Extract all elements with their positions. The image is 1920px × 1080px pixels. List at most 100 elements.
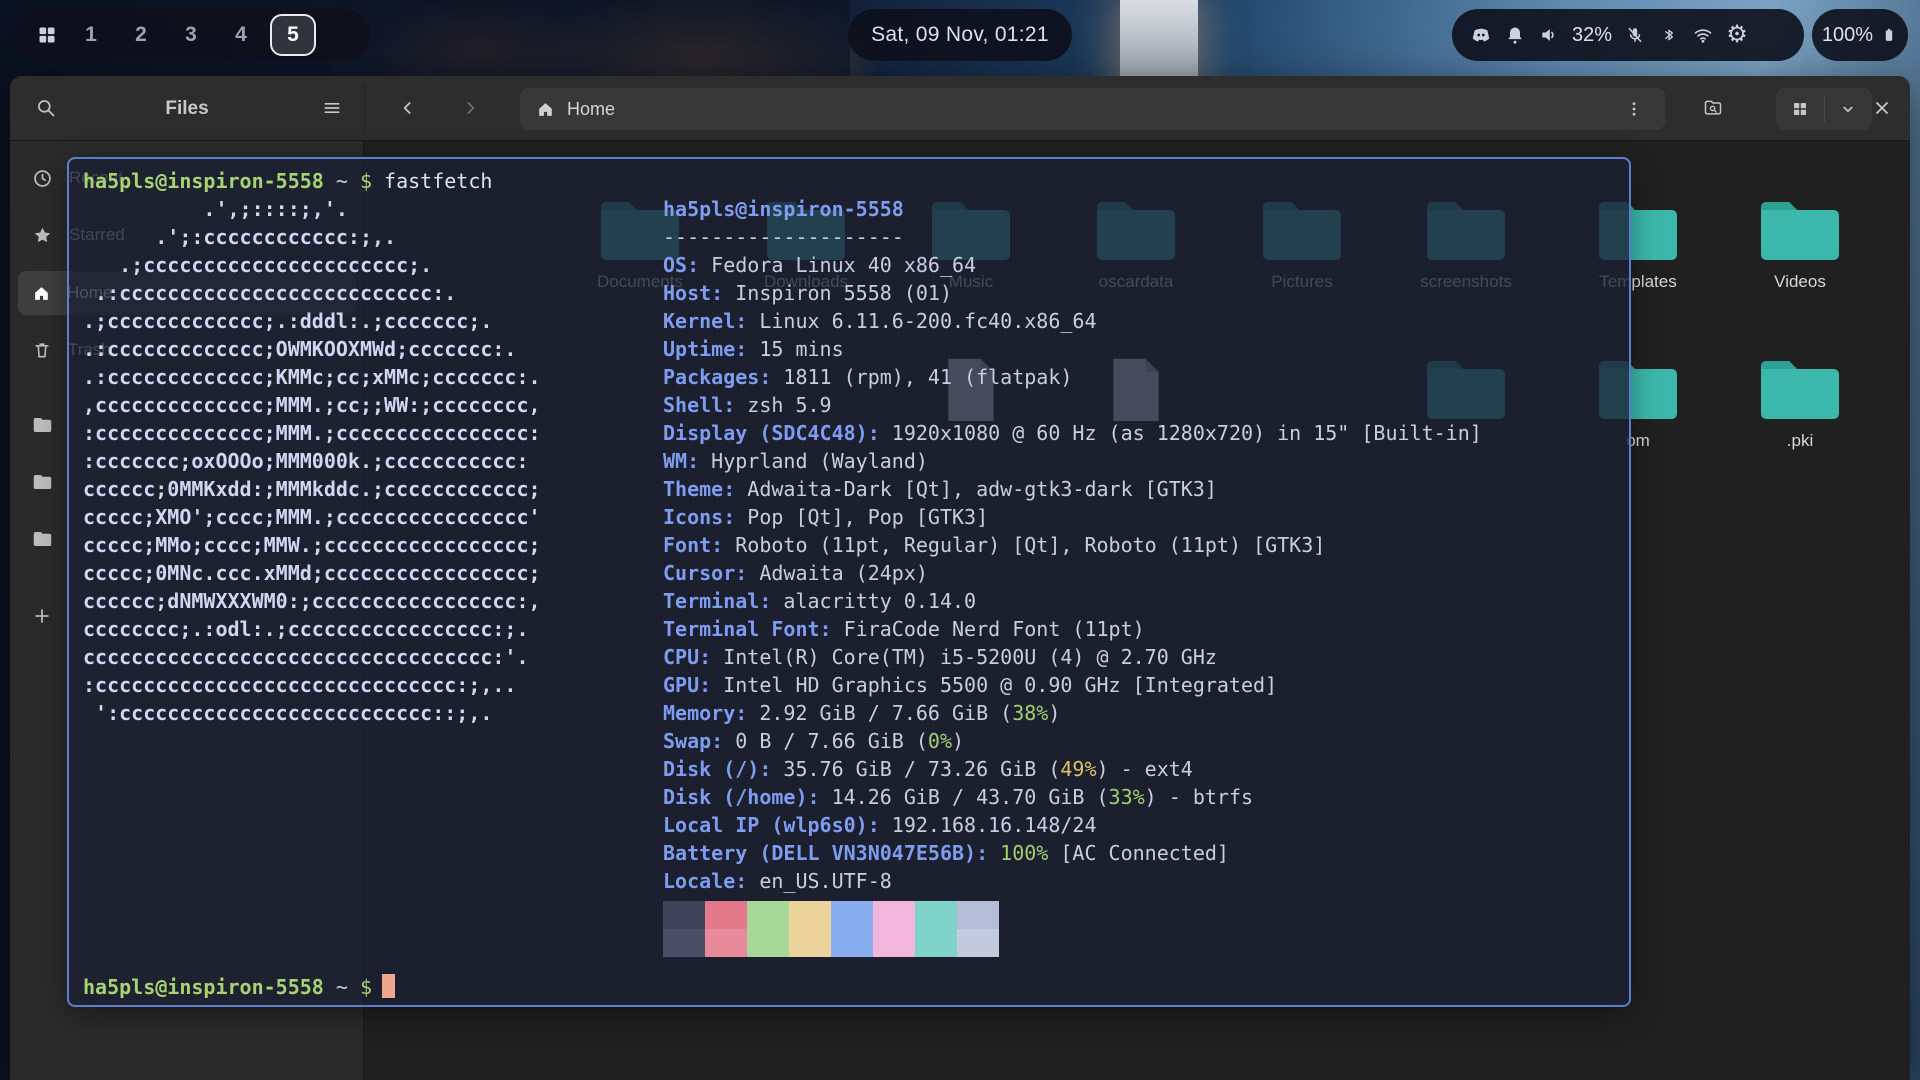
desktop: 12345 Sat, 09 Nov, 01:21 32% ⚙ 100% File… xyxy=(0,0,1920,1080)
home-icon xyxy=(32,284,51,303)
volume-icon[interactable] xyxy=(1532,9,1566,61)
battery-level: 100% xyxy=(1822,24,1873,47)
wifi-icon[interactable] xyxy=(1686,9,1720,61)
fastfetch-info: ha5pls@inspiron-5558--------------------… xyxy=(663,195,1482,895)
mic-off-icon[interactable] xyxy=(1618,9,1652,61)
fastfetch-icons: Icons: Pop [Qt], Pop [GTK3] xyxy=(663,503,1482,531)
palette-swatch xyxy=(915,929,957,957)
app-launcher-icon[interactable] xyxy=(30,9,64,61)
item-label: .pki xyxy=(1725,431,1875,451)
folder-small-icon xyxy=(32,473,53,491)
trash-icon xyxy=(32,340,52,360)
workspace-bar: 12345 xyxy=(14,9,370,61)
path-menu-button[interactable] xyxy=(1625,100,1643,118)
palette-swatch xyxy=(831,929,873,957)
fastfetch-locale: Locale: en_US.UTF-8 xyxy=(663,867,1482,895)
folder-item-Videos[interactable]: Videos xyxy=(1725,196,1875,292)
palette-swatch xyxy=(873,901,915,929)
terminal-cursor xyxy=(382,974,395,998)
bluetooth-icon[interactable] xyxy=(1652,9,1686,61)
files-headerbar: Files Home xyxy=(10,76,1910,141)
folder-item-.pki[interactable]: .pki xyxy=(1725,355,1875,451)
view-divider xyxy=(1824,96,1825,122)
palette-swatch xyxy=(831,901,873,929)
header-divider xyxy=(364,84,365,133)
close-window-button[interactable] xyxy=(1872,98,1892,118)
breadcrumb[interactable]: Home xyxy=(520,88,1665,130)
terminal-color-palette xyxy=(663,901,999,957)
workspace-3[interactable]: 3 xyxy=(170,23,212,47)
view-options xyxy=(1776,88,1872,130)
palette-swatch xyxy=(663,929,705,957)
fastfetch-separator: -------------------- xyxy=(663,223,1482,251)
search-in-folder-icon[interactable] xyxy=(1702,98,1724,118)
system-tray: 32% ⚙ xyxy=(1452,9,1804,61)
chevron-down-icon[interactable] xyxy=(1839,100,1857,118)
item-label: Videos xyxy=(1725,272,1875,292)
fastfetch-gpu: GPU: Intel HD Graphics 5500 @ 0.90 GHz [… xyxy=(663,671,1482,699)
fastfetch-theme: Theme: Adwaita-Dark [Qt], adw-gtk3-dark … xyxy=(663,475,1482,503)
palette-row-1 xyxy=(663,901,999,929)
grid-view-icon[interactable] xyxy=(1791,100,1809,118)
palette-swatch xyxy=(747,929,789,957)
forward-button[interactable] xyxy=(460,98,480,118)
folder-small-icon xyxy=(32,530,53,548)
palette-swatch xyxy=(705,901,747,929)
settings-gear-icon[interactable]: ⚙ xyxy=(1720,9,1754,61)
fastfetch-packages: Packages: 1811 (rpm), 41 (flatpak) xyxy=(663,363,1482,391)
clock-icon xyxy=(32,168,53,189)
volume-level: 32% xyxy=(1566,24,1618,47)
palette-swatch xyxy=(705,929,747,957)
workspace-5[interactable]: 5 xyxy=(270,14,316,56)
palette-row-2 xyxy=(663,929,999,957)
fastfetch-kernel: Kernel: Linux 6.11.6-200.fc40.x86_64 xyxy=(663,307,1482,335)
fastfetch-uptime: Uptime: 15 mins xyxy=(663,335,1482,363)
star-icon xyxy=(32,225,53,246)
fastfetch-terminal-font: Terminal Font: FiraCode Nerd Font (11pt) xyxy=(663,615,1482,643)
fastfetch-battery-dell-vn3n047e56b: Battery (DELL VN3N047E56B): 100% [AC Con… xyxy=(663,839,1482,867)
fastfetch-os: OS: Fedora Linux 40 x86_64 xyxy=(663,251,1482,279)
fastfetch-wm: WM: Hyprland (Wayland) xyxy=(663,447,1482,475)
discord-icon[interactable] xyxy=(1464,9,1498,61)
palette-swatch xyxy=(915,901,957,929)
folder-icon xyxy=(1725,196,1875,267)
clock-widget[interactable]: Sat, 09 Nov, 01:21 xyxy=(848,9,1072,61)
fastfetch-cpu: CPU: Intel(R) Core(TM) i5-5200U (4) @ 2.… xyxy=(663,643,1482,671)
fastfetch-memory: Memory: 2.92 GiB / 7.66 GiB (38%) xyxy=(663,699,1482,727)
battery-widget[interactable]: 100% xyxy=(1812,9,1908,61)
palette-swatch xyxy=(789,901,831,929)
fastfetch-shell: Shell: zsh 5.9 xyxy=(663,391,1482,419)
breadcrumb-label: Home xyxy=(567,99,615,120)
hamburger-menu-icon[interactable] xyxy=(322,98,342,118)
terminal-current-prompt: ha5pls@inspiron-5558 ~ $ xyxy=(83,973,395,1001)
notifications-bell-icon[interactable] xyxy=(1498,9,1532,61)
palette-swatch xyxy=(957,901,999,929)
workspace-1[interactable]: 1 xyxy=(70,23,112,47)
palette-swatch xyxy=(663,901,705,929)
palette-swatch xyxy=(957,929,999,957)
folder-icon xyxy=(1725,355,1875,426)
palette-swatch xyxy=(747,901,789,929)
folder-small-icon xyxy=(32,416,53,434)
fastfetch-display-sdc4c48: Display (SDC4C48): 1920x1080 @ 60 Hz (as… xyxy=(663,419,1482,447)
fastfetch-cursor: Cursor: Adwaita (24px) xyxy=(663,559,1482,587)
app-title: Files xyxy=(10,76,364,141)
status-bar: 12345 Sat, 09 Nov, 01:21 32% ⚙ 100% xyxy=(0,0,1920,71)
terminal-window[interactable]: ha5pls@inspiron-5558 ~ $ fastfetch .',;:… xyxy=(67,157,1631,1007)
fastfetch-terminal: Terminal: alacritty 0.14.0 xyxy=(663,587,1482,615)
fastfetch-host: Host: Inspiron 5558 (01) xyxy=(663,279,1482,307)
palette-swatch xyxy=(789,929,831,957)
workspace-4[interactable]: 4 xyxy=(220,23,262,47)
palette-swatch xyxy=(873,929,915,957)
fastfetch-disk-home: Disk (/home): 14.26 GiB / 43.70 GiB (33%… xyxy=(663,783,1482,811)
battery-icon xyxy=(1880,9,1898,61)
fastfetch-disk: Disk (/): 35.76 GiB / 73.26 GiB (49%) - … xyxy=(663,755,1482,783)
workspace-2[interactable]: 2 xyxy=(120,23,162,47)
home-icon xyxy=(536,100,555,119)
fastfetch-user-host: ha5pls@inspiron-5558 xyxy=(663,195,1482,223)
fastfetch-font: Font: Roboto (11pt, Regular) [Qt], Robot… xyxy=(663,531,1482,559)
fastfetch-swap: Swap: 0 B / 7.66 GiB (0%) xyxy=(663,727,1482,755)
clock-text: Sat, 09 Nov, 01:21 xyxy=(871,23,1049,47)
plus-icon xyxy=(32,606,52,626)
back-button[interactable] xyxy=(398,98,418,118)
